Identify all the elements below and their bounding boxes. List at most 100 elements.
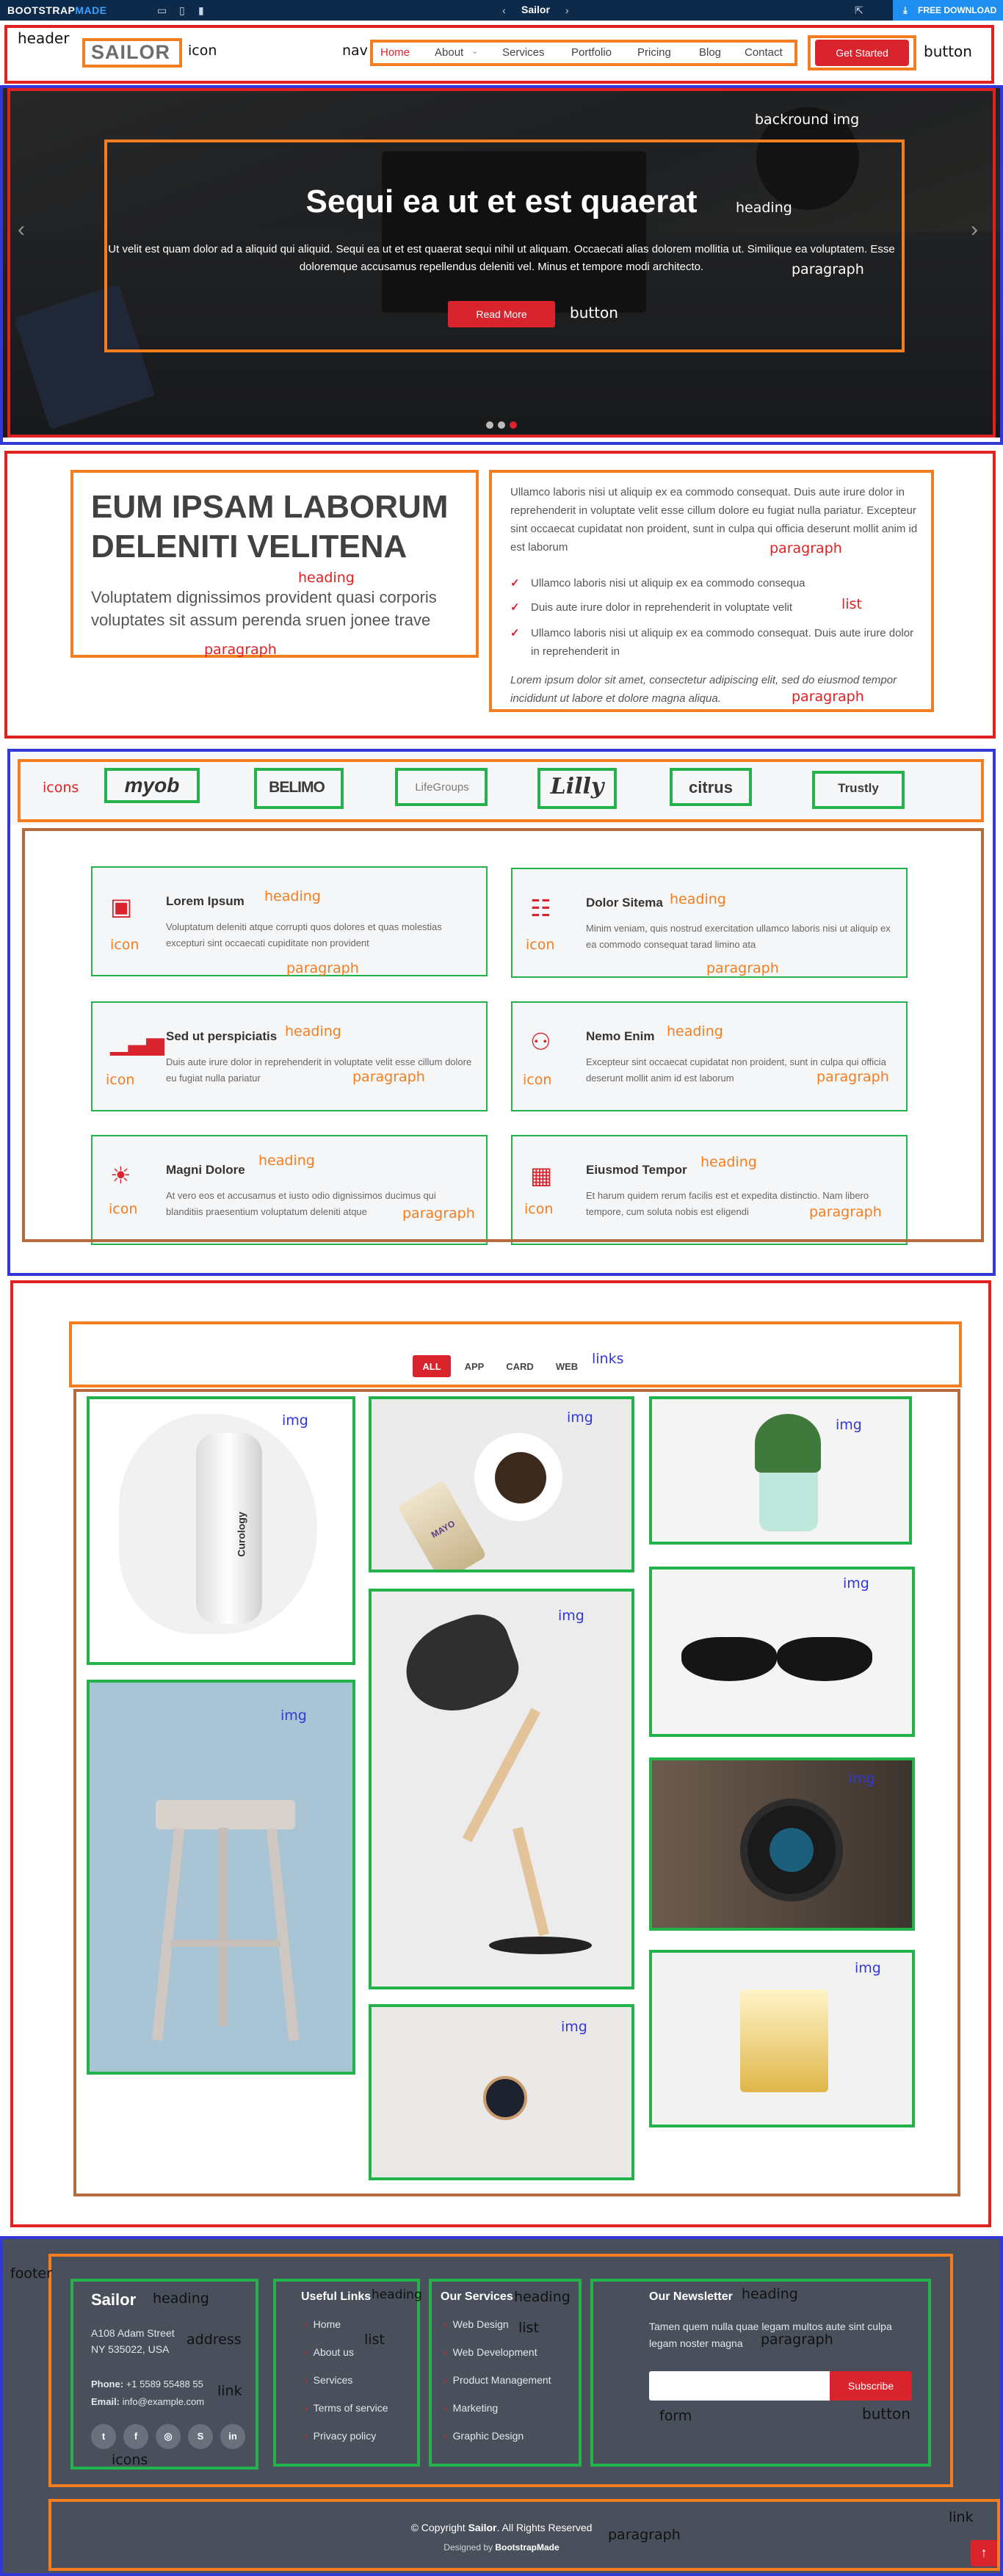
annotation-label: img (843, 1575, 869, 1592)
nav-services[interactable]: Services (502, 46, 545, 59)
footer-service-link[interactable]: › Web Development (443, 2346, 537, 2358)
carousel-dot-2[interactable] (498, 421, 505, 429)
nav-about[interactable]: About (435, 46, 463, 59)
portfolio-item[interactable]: Curology (87, 1396, 355, 1665)
skype-icon[interactable]: S (188, 2424, 213, 2449)
portfolio-item[interactable] (369, 1589, 634, 1989)
chevron-right-icon: › (304, 2402, 308, 2414)
chevron-right-icon: › (304, 2430, 308, 2442)
read-more-button[interactable]: Read More (448, 301, 555, 327)
credits-link[interactable]: BootstrapMade (495, 2542, 559, 2553)
list-item-text: Duis aute irure dolor in reprehenderit i… (531, 601, 793, 614)
annotation-label: heading (153, 2290, 209, 2307)
nav-portfolio[interactable]: Portfolio (571, 46, 612, 59)
card-checklist-icon: ☷ (530, 895, 551, 921)
newsletter-form: Subscribe (649, 2371, 913, 2403)
chevron-right-icon: › (304, 2374, 308, 2386)
footer-link-about[interactable]: › About us (304, 2346, 354, 2358)
bar-chart-icon: ▁▃▅ (110, 1028, 164, 1055)
annotation-label: paragraph (204, 642, 277, 658)
annotation-label: img (567, 1409, 593, 1426)
address-line-2: NY 535022, USA (91, 2343, 170, 2355)
annotation-label: form (659, 2408, 692, 2424)
check-icon: ✓ (510, 627, 520, 639)
footer-service-link[interactable]: › Marketing (443, 2402, 498, 2414)
annotation-label: heading (514, 2289, 571, 2305)
address-line-1: A108 Adam Street (91, 2327, 175, 2339)
annotation-label: icon (109, 1201, 138, 1217)
footer-service-link[interactable]: › Product Management (443, 2374, 551, 2386)
free-download-button[interactable]: ⤓ FREE DOWNLOAD (893, 0, 1003, 21)
external-link-icon[interactable]: ⇱ (855, 4, 863, 17)
subscribe-button[interactable]: Subscribe (830, 2371, 912, 2401)
service-text: Minim veniam, quis nostrud exercitation … (586, 923, 891, 950)
service-card[interactable]: ▁▃▅ Sed ut perspiciatis Duis aute irure … (91, 1001, 488, 1111)
carousel-prev-icon[interactable]: ‹ (18, 217, 25, 242)
portfolio-item[interactable] (87, 1680, 355, 2075)
chevron-right-icon: › (443, 2318, 447, 2330)
phone-label: Phone: (91, 2379, 124, 2390)
client-logo-trustly[interactable]: Trustly (814, 774, 903, 803)
footer-link-services[interactable]: › Services (304, 2374, 352, 2386)
back-to-top-button[interactable]: ↑ (971, 2540, 997, 2566)
portfolio-item[interactable] (649, 1950, 915, 2127)
service-card[interactable]: ▦ Eiusmod Tempor Et harum quidem rerum f… (511, 1135, 908, 1245)
instagram-icon[interactable]: ◎ (156, 2424, 181, 2449)
footer-link-label: Product Management (452, 2374, 551, 2386)
bootstrapmade-logo[interactable]: BOOTSTRAPMADE (7, 4, 107, 16)
footer-link-privacy[interactable]: › Privacy policy (304, 2430, 376, 2442)
nav-contact[interactable]: Contact (745, 46, 783, 59)
carousel-dot-1[interactable] (486, 421, 493, 429)
portfolio-item[interactable] (369, 2004, 634, 2180)
portfolio-item[interactable]: MAYO (369, 1396, 634, 1572)
annotation-label: address (187, 2332, 242, 2348)
client-logo-belimo[interactable]: BELIMO (254, 774, 339, 803)
footer-link-label: Home (313, 2318, 341, 2330)
about-lead: Voluptatem dignissimos provident quasi c… (91, 588, 437, 629)
carousel-next-icon[interactable]: › (971, 217, 978, 242)
stool-seat-image (156, 1800, 295, 1829)
service-title: Sed ut perspiciatis (166, 1029, 278, 1043)
next-template-icon[interactable]: › (565, 4, 569, 16)
service-card[interactable]: ☀ Magni Dolore At vero eos et accusamus … (91, 1135, 488, 1245)
filter-card[interactable]: CARD (499, 1355, 540, 1377)
newsletter-email-input[interactable] (649, 2371, 833, 2401)
desktop-icon[interactable]: ▭ (157, 4, 167, 17)
twitter-icon[interactable]: t (91, 2424, 116, 2449)
annotation-label: icon (110, 937, 140, 953)
email-value[interactable]: info@example.com (123, 2396, 204, 2407)
filter-all[interactable]: ALL (413, 1355, 451, 1377)
portfolio-item[interactable] (649, 1396, 912, 1545)
footer-link-home[interactable]: › Home (304, 2318, 341, 2330)
nav-home[interactable]: Home (380, 46, 410, 59)
get-started-button[interactable]: Get Started (815, 40, 909, 66)
prev-template-icon[interactable]: ‹ (502, 4, 506, 16)
site-logo[interactable]: SAILOR (91, 41, 170, 64)
nav-pricing[interactable]: Pricing (637, 46, 671, 59)
coffee-cup-image (495, 1452, 546, 1503)
facebook-icon[interactable]: f (123, 2424, 148, 2449)
client-logo-citrus[interactable]: citrus (671, 774, 750, 803)
footer-link-terms[interactable]: › Terms of service (304, 2402, 388, 2414)
footer-service-link[interactable]: › Web Design (443, 2318, 509, 2330)
client-logo-myob[interactable]: myob (104, 774, 200, 803)
service-card[interactable]: ⚇ Nemo Enim Excepteur sint occaecat cupi… (511, 1001, 908, 1111)
service-text: Voluptatum deleniti atque corrupti quos … (166, 921, 442, 948)
linkedin-icon[interactable]: in (220, 2424, 245, 2449)
carousel-dot-3[interactable] (510, 421, 517, 429)
nav-blog[interactable]: Blog (699, 46, 721, 59)
client-logo-lilly[interactable]: Lilly (537, 774, 617, 803)
annotation-label: heading (667, 1023, 723, 1040)
phone-icon[interactable]: ▮ (198, 4, 204, 17)
tablet-icon[interactable]: ▯ (179, 4, 185, 17)
filter-web[interactable]: WEB (549, 1355, 584, 1377)
client-logo-lifegroups[interactable]: LifeGroups (399, 774, 485, 803)
annotation-label: heading (264, 888, 321, 904)
footer-link-label: Graphic Design (452, 2430, 524, 2442)
filter-app[interactable]: APP (458, 1355, 490, 1377)
stool-leg-image (219, 1828, 228, 2026)
portfolio-item[interactable] (649, 1567, 915, 1737)
succulent-image (755, 1414, 821, 1473)
phone-value[interactable]: +1 5589 55488 55 (126, 2379, 203, 2390)
footer-service-link[interactable]: › Graphic Design (443, 2430, 524, 2442)
